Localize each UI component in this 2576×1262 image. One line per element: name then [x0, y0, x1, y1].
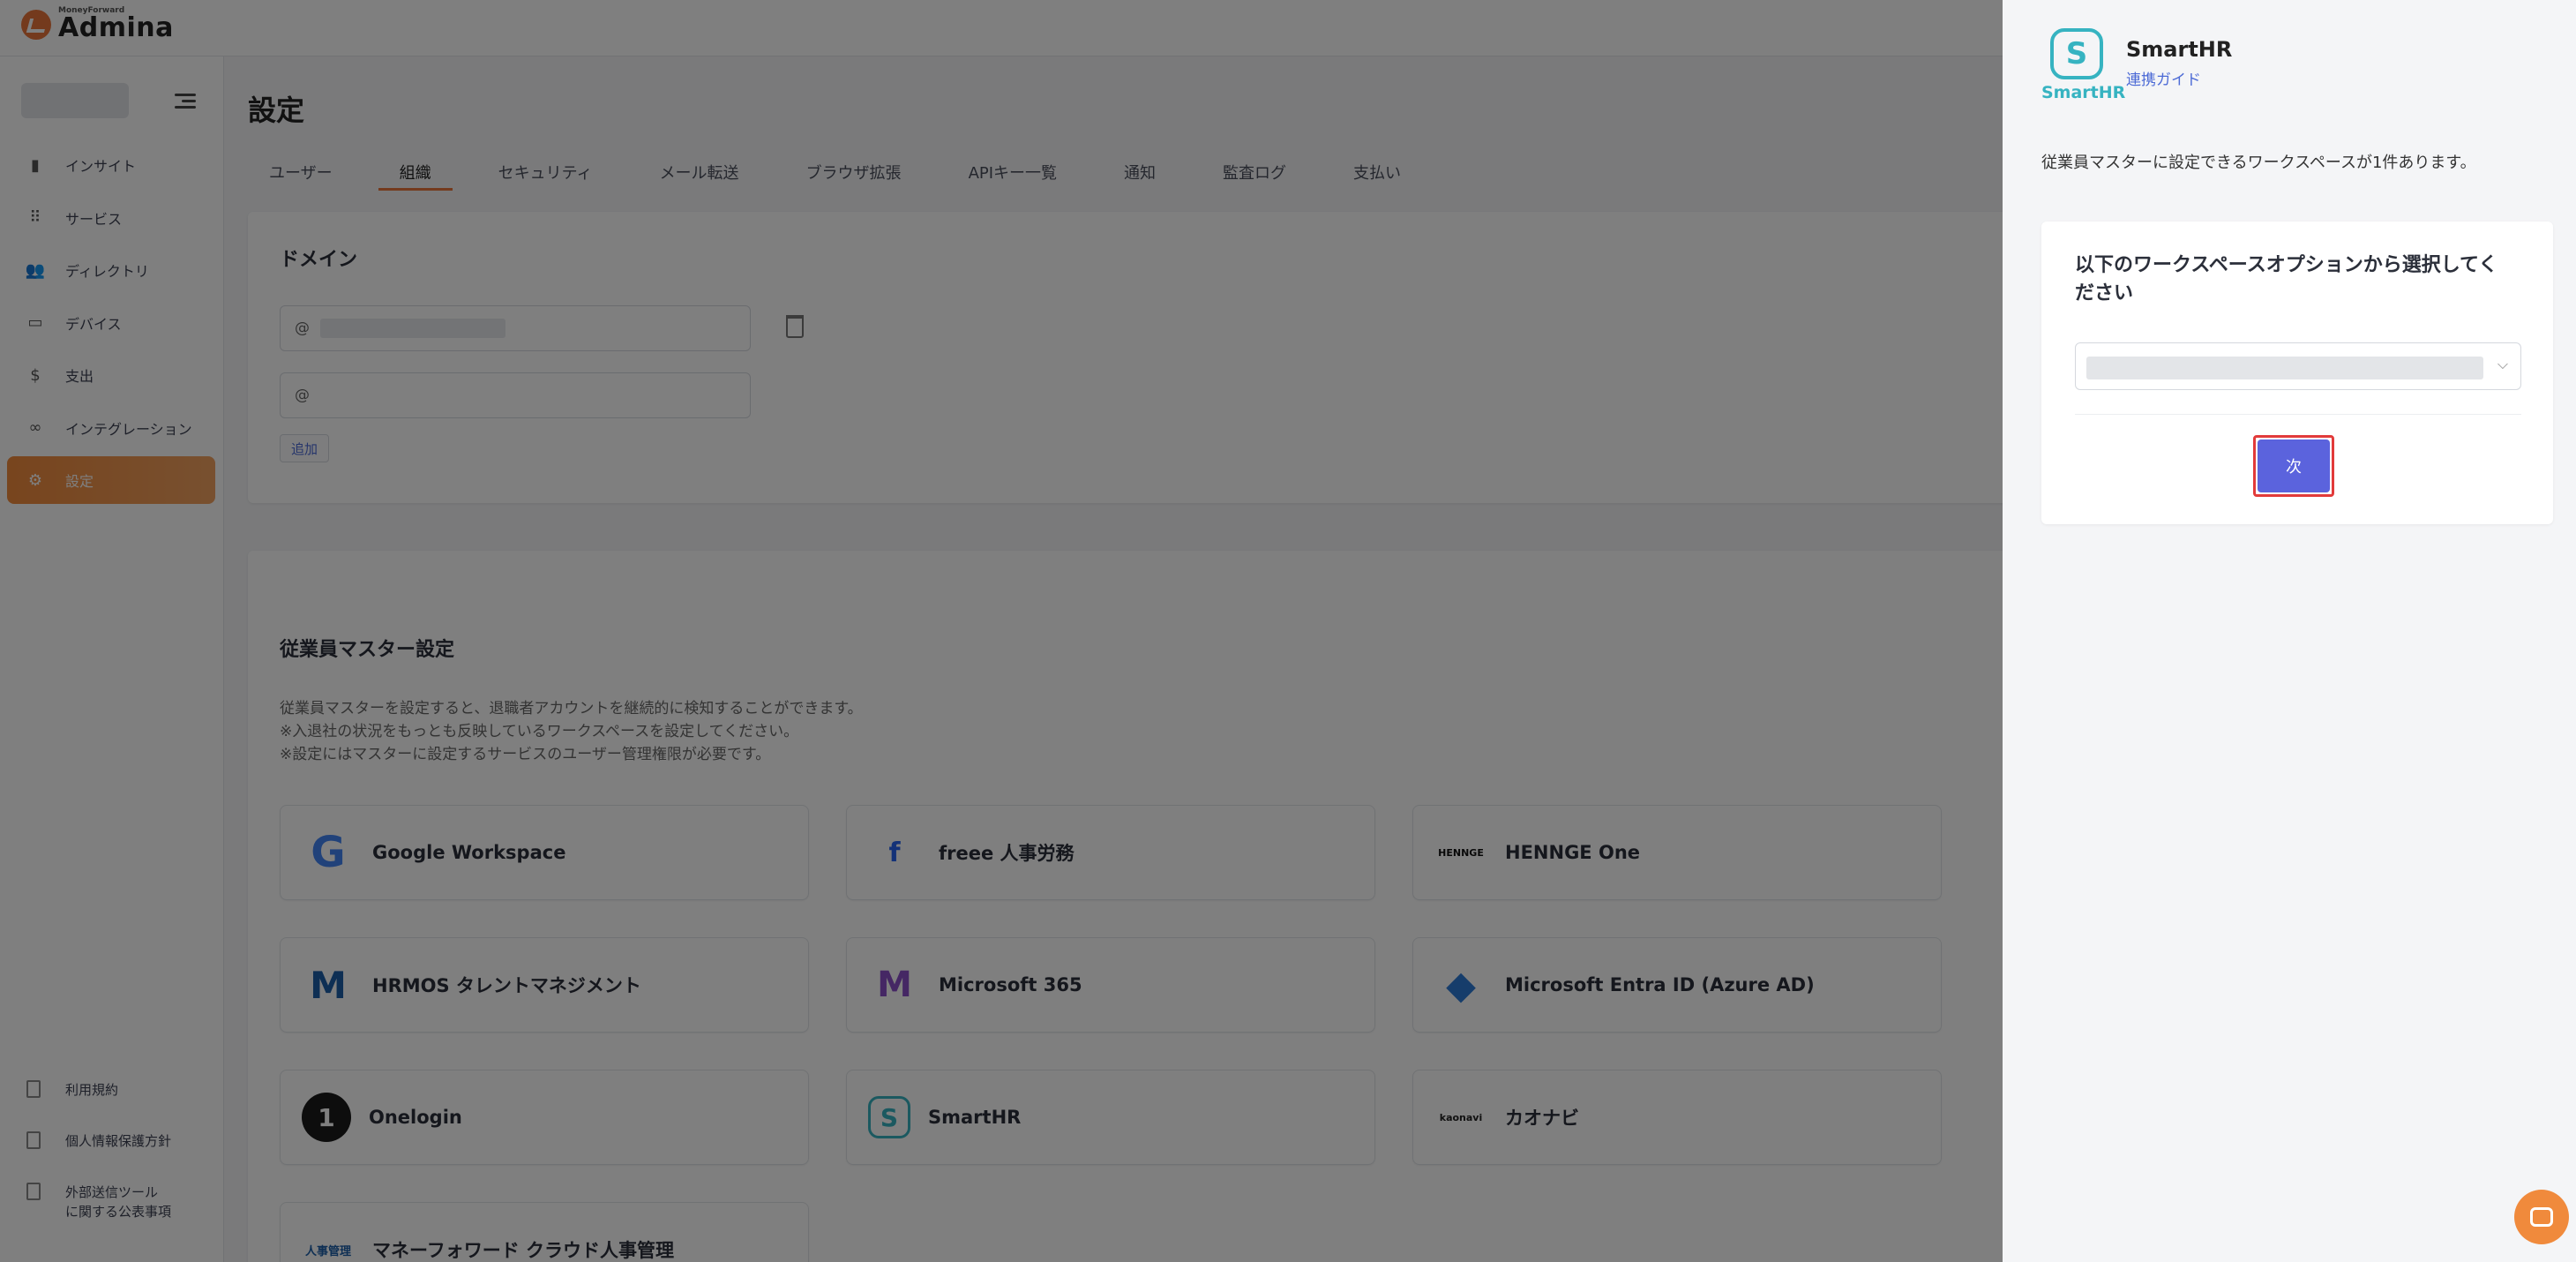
workspace-select-value-redacted — [2086, 357, 2483, 379]
next-button[interactable]: 次 — [2258, 439, 2330, 492]
workspace-select-panel: 以下のワークスペースオプションから選択してください ⌵ 次 — [2041, 222, 2553, 524]
modal-overlay[interactable] — [0, 0, 2003, 1262]
chevron-down-icon: ⌵ — [2497, 356, 2508, 372]
smarthr-wordmark: SmartHR — [2041, 83, 2126, 102]
smarthr-drawer: S SmartHR SmartHR 連携ガイド 従業員マスターに設定できるワーク… — [2003, 0, 2576, 1262]
chat-support-button[interactable] — [2514, 1190, 2569, 1244]
drawer-service-name: SmartHR — [2126, 37, 2233, 62]
smarthr-badge-icon: S — [2050, 28, 2103, 79]
workspace-select-title: 以下のワークスペースオプションから選択してください — [2075, 254, 2498, 304]
workspace-count-text: 従業員マスターに設定できるワークスペースが1件あります。 — [2041, 154, 2476, 172]
workspace-select[interactable]: ⌵ — [2075, 342, 2521, 390]
divider — [2075, 414, 2521, 415]
chat-icon — [2530, 1207, 2553, 1227]
smarthr-logo: S SmartHR — [2041, 26, 2125, 104]
integration-guide-link[interactable]: 連携ガイド — [2126, 67, 2232, 89]
drawer-header: S SmartHR SmartHR 連携ガイド — [2041, 26, 2232, 104]
